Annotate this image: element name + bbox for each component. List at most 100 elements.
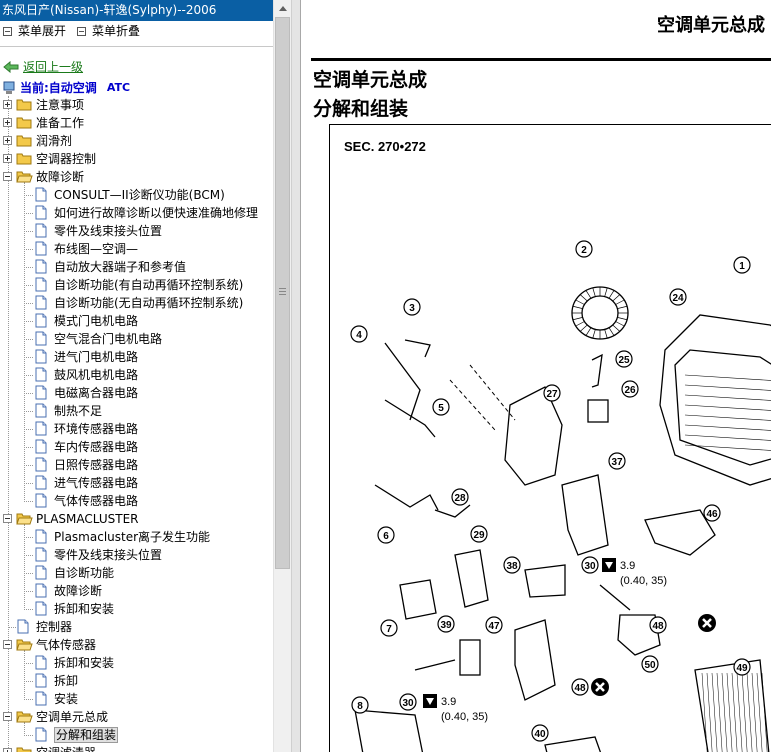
tree-connector	[24, 429, 33, 430]
document-icon	[34, 349, 48, 367]
tree-item[interactable]: 进气门电机电路	[0, 348, 273, 366]
tree-item[interactable]: 气体传感器电路	[0, 492, 273, 510]
tree-item[interactable]: 电磁离合器电路	[0, 384, 273, 402]
tree-connector	[24, 609, 33, 610]
tree-item[interactable]: 环境传感器电路	[0, 420, 273, 438]
tree-item[interactable]: 自诊断功能(有自动再循环控制系统)	[0, 276, 273, 294]
sensor-part	[459, 639, 481, 676]
callout-number: 28	[454, 493, 466, 504]
tree-item[interactable]: 制热不足	[0, 402, 273, 420]
tree-item[interactable]: 自诊断功能	[0, 564, 273, 582]
callout-25: 25	[615, 350, 633, 368]
menu-collapse-button[interactable]: 菜单折叠	[77, 23, 140, 39]
callout-number: 40	[534, 729, 546, 740]
tree-item[interactable]: 零件及线束接头位置	[0, 546, 273, 564]
callout-number: 30	[584, 561, 596, 572]
tree-item[interactable]: 安装	[0, 690, 273, 708]
tree-item-label: 气体传感器	[36, 638, 97, 652]
callout-37: 37	[608, 452, 626, 470]
tree-connector	[24, 537, 33, 538]
tree-item[interactable]: 准备工作	[0, 114, 273, 132]
tree-item[interactable]: Plasmacluster离子发生功能	[0, 528, 273, 546]
tree-item[interactable]: 自动放大器端子和参考值	[0, 258, 273, 276]
tree-item[interactable]: CONSULT—II诊断仪功能(BCM)	[0, 186, 273, 204]
folder-icon	[16, 115, 33, 133]
folder-icon	[16, 97, 33, 115]
tree-item[interactable]: 拆卸和安装	[0, 600, 273, 618]
tree-item-label: 车内传感器电路	[54, 440, 139, 454]
expand-toggle-icon[interactable]	[3, 136, 12, 145]
tree-connector	[24, 231, 33, 232]
callout-4: 4	[350, 325, 368, 343]
tree-item[interactable]: 如何进行故障诊断以便快速准确地修理	[0, 204, 273, 222]
expand-toggle-icon[interactable]	[3, 100, 12, 109]
tree-item[interactable]: 布线图—空调—	[0, 240, 273, 258]
pane-splitter[interactable]	[291, 0, 301, 752]
tree-item[interactable]: 分解和组装	[0, 726, 273, 744]
document-icon	[34, 205, 48, 223]
clip-part	[434, 504, 471, 518]
blower-case-part	[659, 314, 771, 486]
tree-item-label: 拆卸和安装	[54, 602, 115, 616]
blower-fan-blade	[575, 299, 585, 305]
collapse-toggle-icon[interactable]	[3, 712, 12, 721]
blower-fan-blade	[585, 327, 592, 336]
tree-item-label: 日照传感器电路	[54, 458, 139, 472]
tree-item[interactable]: 拆卸和安装	[0, 654, 273, 672]
tree-item-label: 拆卸	[54, 674, 79, 688]
tree-item[interactable]: 零件及线束接头位置	[0, 222, 273, 240]
tree-item[interactable]: 模式门电机电路	[0, 312, 273, 330]
collapse-toggle-icon[interactable]	[3, 640, 12, 649]
nav-title-bar: 东风日产(Nissan)-轩逸(Sylphy)--2006	[0, 0, 273, 21]
tree-item[interactable]: PLASMACLUSTER	[0, 510, 273, 528]
tree-item[interactable]: 空气混合门电机电路	[0, 330, 273, 348]
lever-part	[404, 339, 431, 358]
document-icon	[34, 601, 48, 619]
tree-item[interactable]: 故障诊断	[0, 168, 273, 186]
tree-item[interactable]: 气体传感器	[0, 636, 273, 654]
back-link[interactable]: 返回上一级	[3, 58, 83, 75]
callout-38: 38	[503, 556, 521, 574]
tree-item[interactable]: 拆卸	[0, 672, 273, 690]
expand-toggle-icon[interactable]	[3, 154, 12, 163]
collapse-toggle-icon[interactable]	[3, 514, 12, 523]
collapse-toggle-icon[interactable]	[3, 172, 12, 181]
tree-item[interactable]: 注意事项	[0, 96, 273, 114]
tree-item[interactable]: 日照传感器电路	[0, 456, 273, 474]
tree-item-label: 润滑剂	[36, 134, 73, 148]
blower-fan-blade	[572, 305, 583, 309]
tree-item-label: Plasmacluster离子发生功能	[54, 530, 211, 544]
scroll-up-icon[interactable]	[274, 0, 291, 17]
nav-scrollbar[interactable]	[273, 0, 291, 752]
folder-icon	[16, 151, 33, 169]
tree-item[interactable]: 润滑剂	[0, 132, 273, 150]
tree-item[interactable]: 鼓风机电机电路	[0, 366, 273, 384]
tree-item[interactable]: 控制器	[0, 618, 273, 636]
bracket-part	[561, 474, 609, 556]
torque-value: 3.9	[620, 560, 635, 572]
tree-item[interactable]: 故障诊断	[0, 582, 273, 600]
callout-number: 50	[644, 660, 656, 671]
blower-fan-blade	[612, 294, 621, 302]
expand-toggle-icon[interactable]	[3, 118, 12, 127]
tree-item[interactable]: 进气传感器电路	[0, 474, 273, 492]
document-icon	[34, 331, 48, 349]
callout-number: 48	[652, 621, 664, 632]
tree-item[interactable]: 空调器控制	[0, 150, 273, 168]
document-icon	[34, 367, 48, 385]
callout-40: 40	[531, 724, 549, 742]
current-section: 当前:自动空调 ATC	[3, 79, 130, 96]
expand-toggle-icon[interactable]	[3, 748, 12, 752]
tree-item[interactable]: 空调滤清器	[0, 744, 273, 752]
scrollbar-thumb[interactable]	[275, 17, 290, 569]
menu-expand-label: 菜单展开	[18, 24, 67, 38]
filter-fin	[721, 672, 728, 752]
tree-item[interactable]: 车内传感器电路	[0, 438, 273, 456]
tree-item-label: 空调单元总成	[36, 710, 109, 724]
folder-open-icon	[16, 169, 33, 187]
tree-item[interactable]: 自诊断功能(无自动再循环控制系统)	[0, 294, 273, 312]
menu-expand-button[interactable]: 菜单展开	[3, 23, 66, 39]
tree-item[interactable]: 空调单元总成	[0, 708, 273, 726]
page-header: 空调单元总成	[657, 15, 765, 36]
back-link-label[interactable]: 返回上一级	[23, 58, 83, 75]
